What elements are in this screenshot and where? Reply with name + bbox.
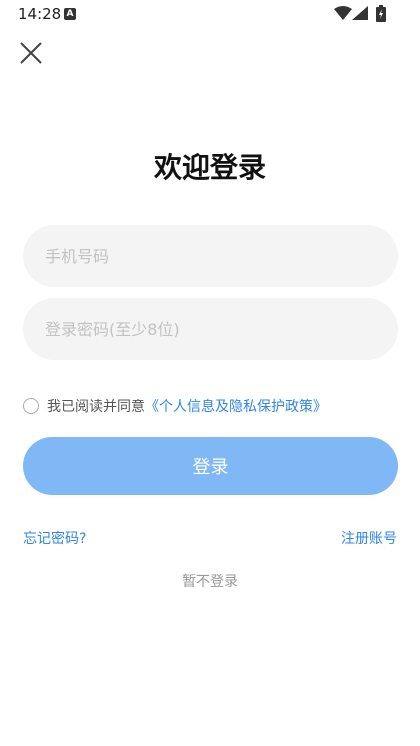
- phone-input[interactable]: [23, 225, 398, 287]
- phone-field-container: [23, 225, 398, 287]
- wifi-icon: [334, 6, 352, 20]
- agreement-text: 我已阅读并同意: [47, 399, 145, 415]
- login-button[interactable]: 登录: [23, 437, 398, 495]
- privacy-policy-link[interactable]: 《个人信息及隐私保护政策》: [145, 396, 327, 416]
- password-input[interactable]: [23, 298, 398, 360]
- register-link[interactable]: 注册账号: [341, 528, 397, 548]
- page-title: 欢迎登录: [153, 151, 266, 184]
- close-icon[interactable]: [16, 38, 46, 68]
- status-bar: 14:28 A: [0, 0, 420, 28]
- agreement-row: 我已阅读并同意 《个人信息及隐私保护政策》: [23, 396, 327, 416]
- status-time: 14:28: [18, 5, 62, 23]
- login-screen: 14:28 A 欢迎登录 我已阅读并同意 《个人信息及隐私保护政策》 登录 忘记…: [0, 0, 420, 746]
- agreement-checkbox[interactable]: [23, 398, 39, 414]
- password-field-container: [23, 298, 398, 360]
- signal-icon: [352, 6, 368, 20]
- skip-login-link[interactable]: 暂不登录: [0, 571, 420, 591]
- forgot-password-link[interactable]: 忘记密码?: [23, 528, 86, 548]
- battery-icon: [376, 5, 386, 22]
- notification-icon: A: [64, 8, 76, 20]
